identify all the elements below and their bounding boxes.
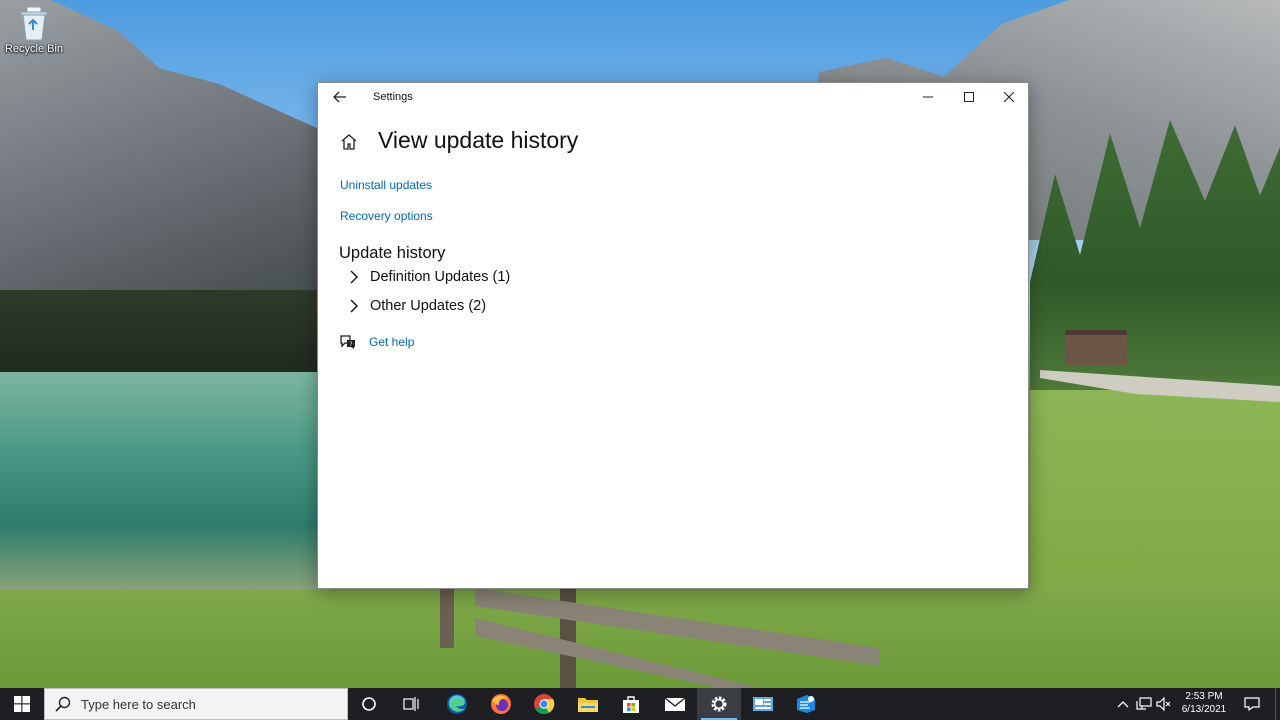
other-updates-label: Other Updates (2) — [370, 298, 487, 314]
taskbar-search-box[interactable]: Type here to search — [44, 688, 348, 720]
taskbar-app-generic[interactable] — [741, 688, 785, 720]
task-view-icon — [403, 697, 419, 711]
maximize-icon — [963, 92, 974, 102]
search-icon — [55, 696, 71, 712]
taskbar-app-firefox[interactable] — [479, 688, 523, 720]
home-icon[interactable] — [339, 132, 359, 152]
other-updates-expander[interactable]: Other Updates (2) — [348, 295, 486, 317]
search-placeholder: Type here to search — [81, 696, 196, 712]
show-desktop-button[interactable] — [1275, 688, 1280, 720]
update-history-heading: Update history — [339, 244, 446, 262]
clock-time: 2:53 PM — [1185, 691, 1223, 702]
close-icon — [1003, 92, 1014, 102]
network-icon — [1136, 697, 1152, 710]
taskbar-app-edge[interactable] — [435, 688, 479, 720]
start-button[interactable] — [0, 688, 44, 720]
volume-button[interactable] — [1154, 688, 1174, 720]
wallpaper-lake — [0, 372, 330, 592]
clock-date: 6/13/2021 — [1181, 704, 1227, 715]
wallpaper-forest — [0, 290, 330, 375]
svg-text:?: ? — [349, 341, 352, 348]
chevron-up-icon — [1117, 701, 1129, 708]
definition-updates-expander[interactable]: Definition Updates (1) — [348, 266, 510, 288]
wallpaper-fence — [440, 588, 880, 688]
page-title: View update history — [378, 127, 579, 153]
recycle-bin-shortcut[interactable]: Recycle Bin — [4, 6, 64, 62]
app-icon — [753, 697, 773, 711]
edge-icon — [447, 694, 467, 714]
get-help-link[interactable]: ? Get help — [339, 332, 414, 352]
settings-icon — [711, 696, 727, 712]
back-arrow-icon — [333, 91, 346, 103]
recycle-bin-label: Recycle Bin — [4, 43, 64, 55]
maximize-button[interactable] — [948, 83, 989, 111]
action-center-button[interactable] — [1240, 688, 1264, 720]
taskbar-app-mail[interactable] — [653, 688, 697, 720]
notification-icon — [1244, 697, 1260, 711]
taskbar-app-settings[interactable] — [697, 688, 741, 720]
help-chat-icon: ? — [340, 335, 355, 349]
taskbar-app-azure-data-studio[interactable] — [784, 688, 828, 720]
chevron-right-icon — [350, 299, 358, 313]
show-hidden-icons-button[interactable] — [1114, 688, 1132, 720]
get-help-label: Get help — [369, 335, 415, 349]
taskbar-app-file-explorer[interactable] — [566, 688, 610, 720]
minimize-button[interactable] — [907, 83, 948, 111]
store-icon — [623, 696, 639, 713]
taskbar: Type here to search 2:53 PM 6/13/2021 — [0, 688, 1280, 720]
file-explorer-icon — [578, 698, 598, 712]
azure-data-studio-icon — [797, 695, 815, 713]
title-bar[interactable]: Settings — [318, 83, 1028, 111]
recycle-bin-icon — [20, 6, 48, 41]
volume-muted-icon — [1156, 697, 1171, 711]
close-button[interactable] — [988, 83, 1029, 111]
recovery-options-link[interactable]: Recovery options — [340, 209, 433, 223]
back-button[interactable] — [326, 85, 354, 109]
windows-logo-icon — [14, 696, 30, 712]
settings-window: Settings View update history Uninstall u… — [317, 82, 1029, 589]
minimize-icon — [922, 96, 933, 98]
uninstall-updates-link[interactable]: Uninstall updates — [340, 178, 432, 192]
firefox-icon — [491, 694, 511, 714]
taskbar-app-store[interactable] — [609, 688, 653, 720]
chevron-right-icon — [350, 270, 358, 284]
chrome-icon — [534, 694, 555, 715]
wallpaper-hut — [1065, 330, 1127, 365]
network-button[interactable] — [1134, 688, 1154, 720]
taskbar-clock[interactable]: 2:53 PM 6/13/2021 — [1172, 690, 1236, 716]
cortana-button[interactable] — [347, 688, 391, 720]
cortana-icon — [362, 697, 376, 711]
window-title: Settings — [373, 91, 413, 103]
taskbar-app-chrome[interactable] — [522, 688, 566, 720]
task-view-button[interactable] — [390, 688, 434, 720]
definition-updates-label: Definition Updates (1) — [370, 269, 511, 285]
mail-icon — [664, 697, 686, 711]
